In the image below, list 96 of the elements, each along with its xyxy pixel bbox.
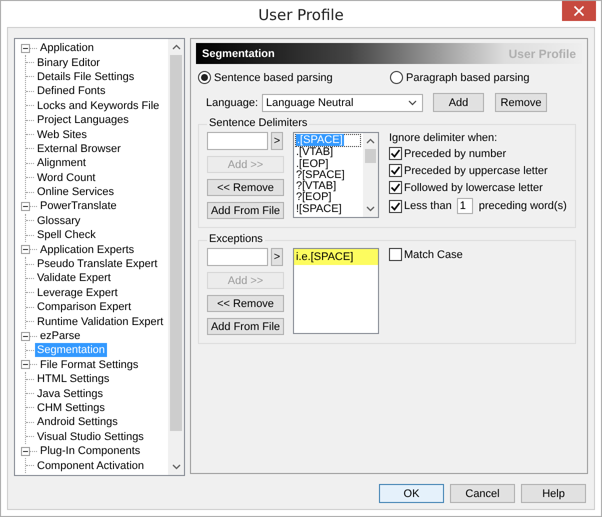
checkbox-label: Match Case bbox=[404, 248, 463, 260]
radio-button[interactable] bbox=[390, 71, 403, 84]
scrollbar[interactable] bbox=[363, 133, 378, 217]
radio-button[interactable] bbox=[198, 71, 211, 84]
list-box[interactable]: i.e.[SPACE] bbox=[293, 248, 379, 334]
tree-item[interactable]: Visual Studio Settings bbox=[35, 430, 146, 444]
collapse-icon[interactable] bbox=[21, 202, 30, 211]
tree-item[interactable]: Spell Check bbox=[35, 228, 98, 242]
group-title: Sentence Delimiters bbox=[207, 117, 310, 129]
list-item[interactable]: ?[VTAB] bbox=[295, 181, 363, 192]
checkbox[interactable] bbox=[389, 147, 402, 160]
scrollbar[interactable] bbox=[168, 39, 184, 475]
dialog-button[interactable]: Cancel bbox=[450, 484, 515, 503]
list-item[interactable]: .[EOP] bbox=[295, 158, 363, 170]
language-button[interactable]: Add bbox=[433, 93, 484, 112]
section-title: Segmentation bbox=[202, 48, 275, 60]
tree-item[interactable]: CHM Settings bbox=[35, 400, 107, 415]
tree-item[interactable]: Pseudo Translate Expert bbox=[35, 257, 160, 272]
radio-label: Sentence based parsing bbox=[214, 72, 333, 84]
chevron-down-icon bbox=[408, 100, 417, 106]
scroll-up-icon[interactable] bbox=[366, 138, 375, 144]
group-title: Exceptions bbox=[207, 233, 265, 245]
checkbox[interactable] bbox=[389, 200, 402, 212]
number-input[interactable]: 1 bbox=[456, 198, 473, 214]
tree-item[interactable]: Java Settings bbox=[35, 386, 106, 401]
checkbox-label: Preceded by number bbox=[404, 148, 506, 160]
language-dropdown[interactable]: Language Neutral bbox=[262, 94, 423, 112]
tree-item[interactable]: Runtime Validation Expert bbox=[35, 314, 166, 329]
list-button[interactable]: << Remove bbox=[207, 179, 284, 196]
list-item[interactable]: i.e.[SPACE] bbox=[294, 249, 378, 265]
list-item[interactable]: ![SPACE] bbox=[295, 204, 363, 216]
collapse-icon[interactable] bbox=[21, 332, 30, 340]
check-icon bbox=[390, 182, 401, 193]
field-label: Language: bbox=[206, 96, 259, 108]
move-button[interactable]: > bbox=[271, 248, 283, 266]
collapse-icon[interactable] bbox=[21, 245, 30, 254]
list-button[interactable]: Add From File bbox=[207, 318, 284, 335]
radio-label: Paragraph based parsing bbox=[406, 72, 530, 84]
check-icon bbox=[390, 165, 401, 176]
text-input[interactable] bbox=[207, 248, 268, 266]
tree-item[interactable]: Component Activation bbox=[35, 458, 146, 473]
collapse-icon[interactable] bbox=[21, 360, 30, 370]
collapse-icon[interactable] bbox=[21, 446, 30, 456]
list-button[interactable]: Add From File bbox=[207, 202, 284, 219]
scroll-up-icon[interactable] bbox=[172, 44, 180, 50]
tree-item[interactable]: External Browser bbox=[35, 142, 123, 156]
tree-item[interactable]: Locks and Keywords File bbox=[35, 98, 162, 113]
list-item[interactable]: .[VTAB] bbox=[295, 147, 363, 159]
tree-item[interactable]: HTML Settings bbox=[35, 372, 112, 386]
dialog-button[interactable]: OK bbox=[379, 484, 444, 503]
checkbox-label: Followed by lowercase letter bbox=[404, 182, 543, 194]
list-box[interactable]: .[SPACE] .[VTAB] .[EOP] ?[SPACE] ?[VTAB] ?[EOP] ![SPACE] bbox=[293, 132, 379, 218]
check-icon bbox=[390, 200, 401, 212]
scroll-thumb[interactable] bbox=[365, 149, 376, 163]
tree-item[interactable]: Details File Settings bbox=[35, 70, 136, 84]
checkbox[interactable] bbox=[389, 164, 402, 177]
checkbox[interactable] bbox=[389, 248, 402, 261]
tree-item[interactable]: File Format Settings bbox=[38, 358, 140, 372]
tree-item[interactable]: Application bbox=[38, 41, 96, 56]
window-title: User Profile bbox=[258, 6, 344, 24]
tree-item[interactable]: Android Settings bbox=[35, 415, 120, 430]
tree-item[interactable]: Validate Expert bbox=[35, 271, 113, 286]
checkbox[interactable] bbox=[389, 181, 402, 194]
checkbox-label: Less than bbox=[404, 200, 452, 212]
tree-item[interactable]: Word Count bbox=[35, 170, 98, 185]
checkbox-label: Preceded by uppercase letter bbox=[404, 164, 548, 176]
radio-option[interactable]: Sentence based parsing bbox=[198, 71, 390, 84]
tree-item[interactable]: Comparison Expert bbox=[35, 300, 134, 314]
scroll-down-icon[interactable] bbox=[172, 464, 180, 470]
tree-item[interactable]: Project Languages bbox=[35, 113, 131, 128]
check-icon bbox=[390, 148, 401, 159]
tree-item[interactable]: Binary Editor bbox=[35, 56, 102, 70]
tree-item[interactable]: Leverage Expert bbox=[35, 286, 120, 300]
tree-item[interactable]: ezParse bbox=[38, 329, 82, 343]
tree-item[interactable]: Web Sites bbox=[35, 128, 89, 142]
language-button[interactable]: Remove bbox=[495, 93, 547, 112]
field-label: preceding word(s) bbox=[478, 200, 567, 212]
text-input[interactable] bbox=[207, 132, 268, 150]
tree-item[interactable]: Glossary bbox=[35, 214, 82, 228]
tree-item[interactable]: Alignment bbox=[35, 156, 88, 170]
scroll-down-icon[interactable] bbox=[366, 206, 375, 212]
move-button[interactable]: > bbox=[271, 132, 283, 150]
tree-item[interactable]: Online Services bbox=[35, 185, 116, 200]
tree-item[interactable]: Application Experts bbox=[38, 242, 136, 257]
list-button[interactable]: << Remove bbox=[207, 295, 284, 312]
tree-item[interactable]: Defined Fonts bbox=[35, 84, 108, 98]
list-item[interactable]: ?[EOP] bbox=[295, 192, 363, 204]
list-item[interactable]: ?[SPACE] bbox=[295, 170, 363, 182]
close-icon[interactable] bbox=[562, 1, 596, 21]
radio-option[interactable]: Paragraph based parsing bbox=[390, 71, 582, 84]
tree-item[interactable]: Plug-In Components bbox=[38, 444, 142, 458]
scroll-thumb[interactable] bbox=[170, 55, 182, 431]
options-label: Ignore delimiter when: bbox=[389, 132, 498, 144]
tree-item[interactable]: PowerTranslate bbox=[38, 199, 119, 214]
collapse-icon[interactable] bbox=[21, 44, 30, 53]
dialog-button[interactable]: Help bbox=[521, 484, 586, 503]
